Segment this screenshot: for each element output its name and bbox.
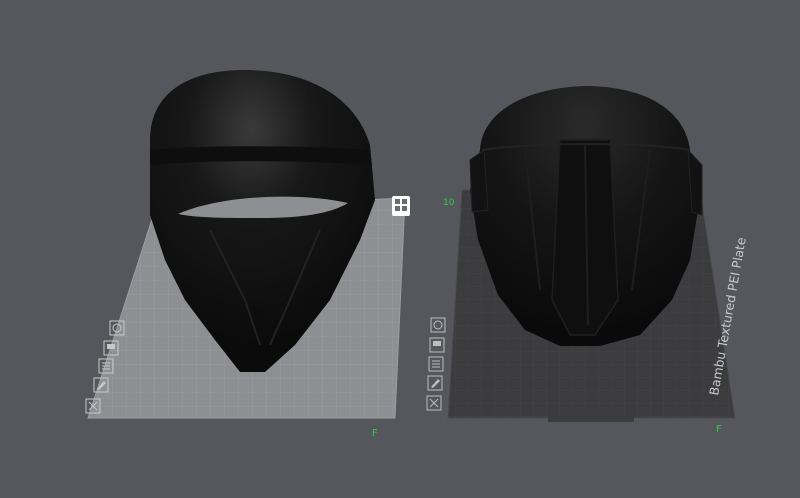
arrange-icon[interactable]: [429, 337, 445, 353]
grid-arrange-icon[interactable]: [392, 196, 410, 216]
slice-settings-icon[interactable]: [428, 356, 444, 372]
axis-front-marker: F: [372, 428, 378, 439]
target-icon[interactable]: [430, 317, 446, 333]
lock-icon[interactable]: [426, 395, 442, 411]
plate-number-label: 10: [443, 198, 455, 208]
3d-viewport[interactable]: 1 F: [0, 0, 800, 498]
edit-plate-icon[interactable]: [427, 375, 443, 391]
axis-front-marker: F: [716, 424, 722, 435]
